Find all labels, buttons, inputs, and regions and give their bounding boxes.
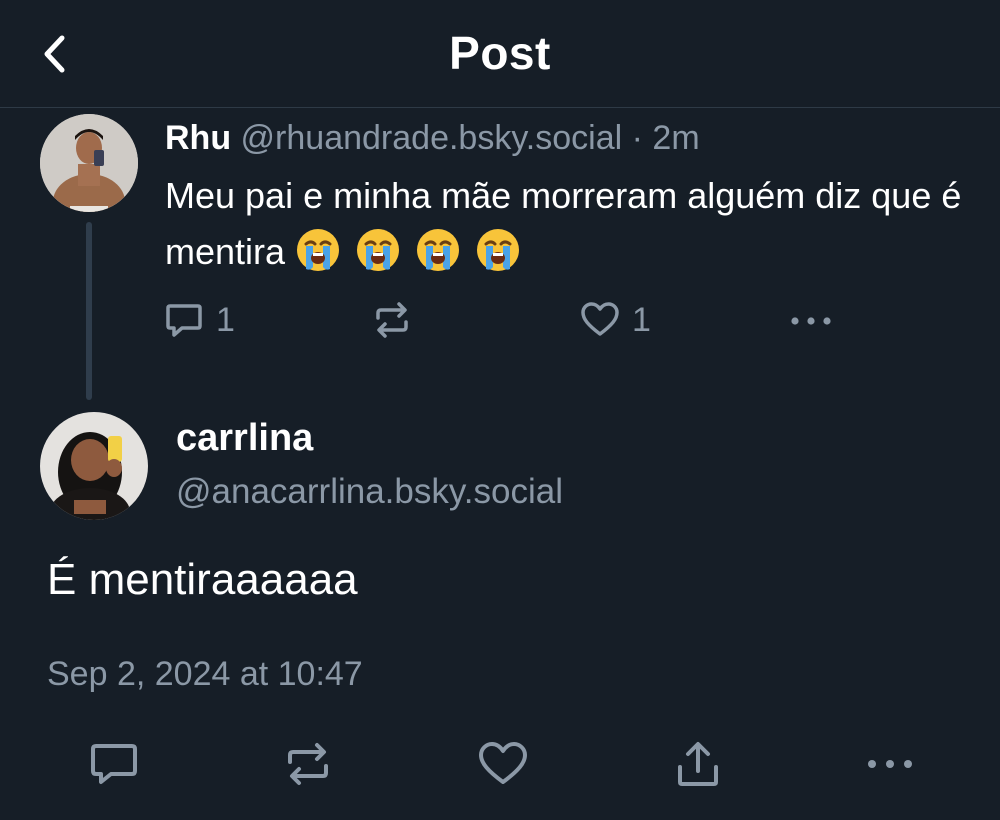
parent-reply-count: 1 [216, 300, 235, 339]
heart-icon [479, 742, 527, 784]
loudly-crying-face-icon [297, 229, 340, 272]
loudly-crying-face-icon [417, 229, 460, 272]
meta-separator: · [631, 119, 643, 157]
reply-button[interactable] [86, 738, 142, 790]
like-button[interactable] [475, 738, 531, 790]
parent-like-button[interactable]: 1 [580, 300, 651, 340]
parent-author-handle[interactable]: @rhuandrade.bsky.social [241, 119, 623, 157]
comment-icon [166, 304, 202, 337]
parent-like-count: 1 [632, 300, 651, 339]
parent-more-button[interactable] [788, 300, 834, 340]
loudly-crying-face-icon [357, 229, 400, 272]
parent-post-time: 2m [652, 119, 700, 157]
thread-line [86, 222, 92, 400]
comment-icon [91, 744, 137, 784]
share-button[interactable] [670, 738, 726, 790]
emoji-group [295, 227, 521, 273]
top-bar: Post [0, 0, 1000, 108]
more-options-icon [791, 317, 831, 325]
parent-author-name[interactable]: Rhu [165, 119, 231, 157]
page-title: Post [449, 27, 551, 79]
parent-post-text-block: Meu pai e minha mãe morreram alguém diz … [165, 168, 965, 280]
repost-button[interactable] [280, 738, 336, 790]
share-icon [678, 742, 718, 786]
heart-icon [581, 302, 619, 336]
reply-author-name[interactable]: carrlina [176, 416, 313, 460]
reply-author-handle[interactable]: @anacarrlina.bsky.social [176, 470, 563, 514]
parent-author-avatar[interactable] [40, 114, 138, 212]
reply-author-avatar[interactable] [40, 412, 148, 520]
loudly-crying-face-icon [477, 229, 520, 272]
parent-post-text: Meu pai e minha mãe morreram alguém diz … [165, 175, 962, 272]
parent-reply-button[interactable]: 1 [164, 300, 235, 340]
more-options-button[interactable] [862, 738, 918, 790]
reply-post-text: É mentiraaaaaa [47, 555, 358, 604]
repost-icon [288, 743, 328, 785]
repost-icon [376, 302, 408, 338]
more-options-icon [868, 760, 912, 768]
parent-post-header: Rhu @rhuandrade.bsky.social · 2m [165, 118, 700, 158]
post-timestamp: Sep 2, 2024 at 10:47 [47, 655, 363, 693]
parent-repost-button[interactable] [372, 300, 412, 340]
